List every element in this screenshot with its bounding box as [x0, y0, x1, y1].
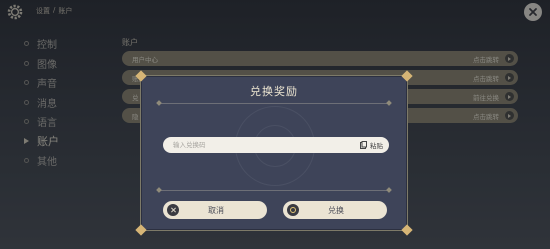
cancel-button[interactable]: 取消 — [163, 201, 267, 219]
redeem-code-field: 粘贴 — [163, 137, 389, 153]
divider — [156, 100, 392, 106]
clipboard-icon — [360, 141, 367, 149]
cancel-label: 取消 — [208, 205, 224, 215]
dialog-title: 兑换奖励 — [250, 85, 298, 98]
redeem-button[interactable]: 兑换 — [283, 201, 387, 219]
paste-button[interactable]: 粘贴 — [360, 140, 383, 150]
redeem-label: 兑换 — [328, 205, 344, 215]
redeem-code-input[interactable] — [173, 141, 360, 149]
redeem-dialog: 兑换奖励 粘贴 取消 兑换 — [135, 70, 413, 236]
cancel-icon — [167, 204, 179, 216]
divider — [156, 187, 392, 193]
confirm-icon — [287, 204, 299, 216]
paste-label: 粘贴 — [370, 142, 383, 150]
